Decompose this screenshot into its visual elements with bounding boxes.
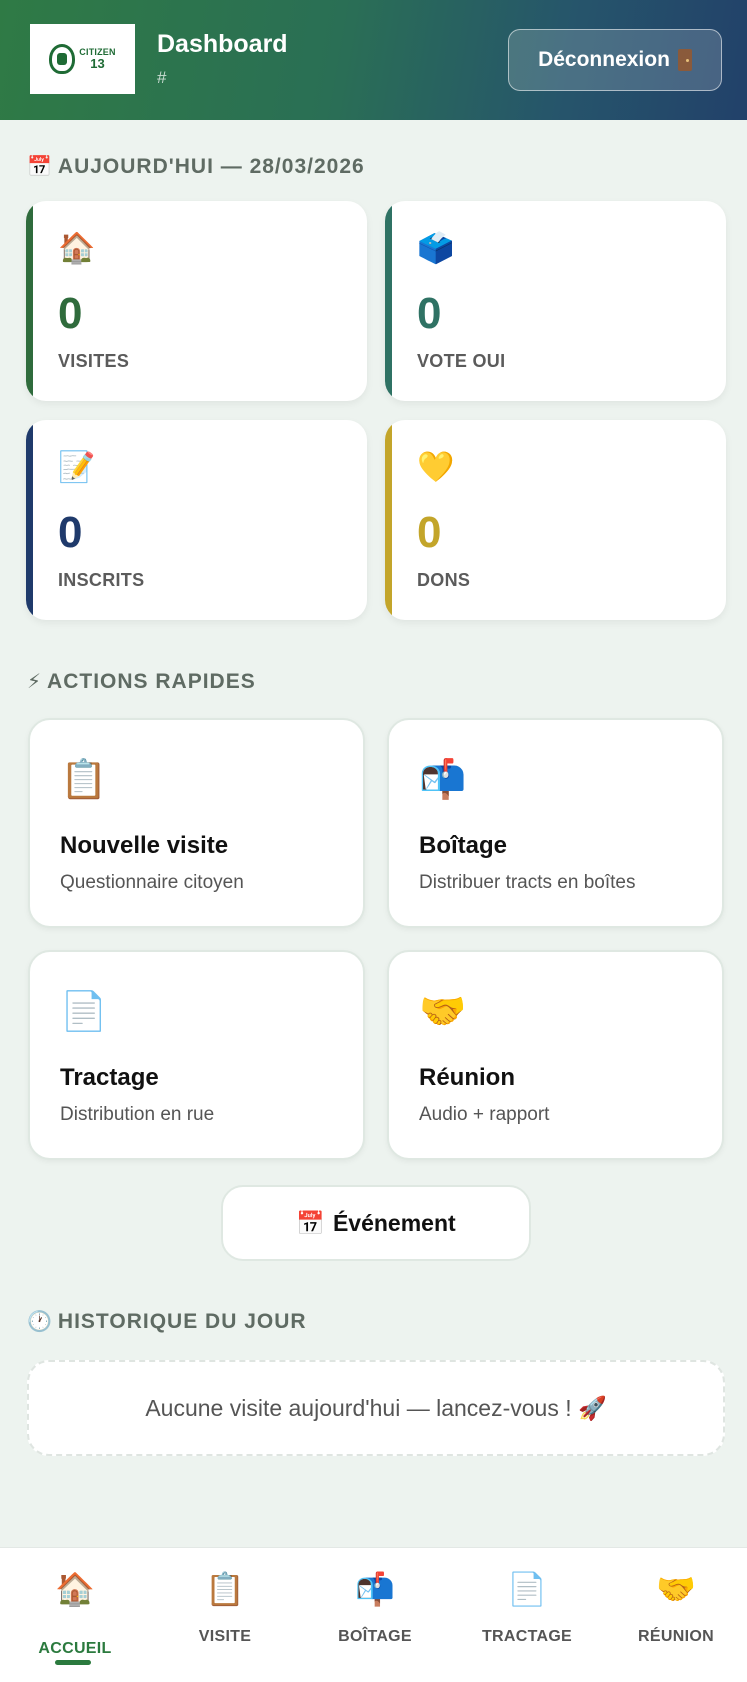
stat-card-visites: 🏠 0 VISITES [26,201,367,401]
stat-label-visites: VISITES [58,351,130,371]
action-title: Boîtage [419,832,508,859]
nav-item-tractage[interactable]: 📄 TRACTAGE [452,1548,602,1682]
stat-card-inscrits: 📝 0 INSCRITS [26,420,367,620]
app-header: CITIZEN 13 Dashboard # Déconnexion [0,0,747,120]
stat-value-inscrits: 0 [58,508,83,557]
action-title: Réunion [419,1064,515,1091]
lightning-icon: ⚡ [27,671,42,693]
nav-label: ACCUEIL [38,1640,112,1657]
stat-label-dons: DONS [417,570,471,590]
logo-emblem-icon [49,44,76,74]
stat-value-vote-oui: 0 [417,289,442,338]
quick-actions-text: ACTIONS RAPIDES [47,669,256,693]
stat-label-vote-oui: VOTE OUI [417,351,506,371]
nav-label: TRACTAGE [481,1628,573,1645]
calendar-icon: 📅 [296,1209,325,1236]
action-tractage[interactable]: 📄 Tractage Distribution en rue [28,950,365,1160]
history-empty-state: Aucune visite aujourd'hui — lancez-vous … [27,1360,725,1456]
action-subtitle: Distribuer tracts en boîtes [419,872,636,893]
event-button[interactable]: 📅 Événement [221,1185,531,1261]
action-subtitle: Questionnaire citoyen [60,872,244,893]
history-section-title: 🕐 HISTORIQUE DU JOUR [27,1309,307,1334]
bottom-nav: 🏠 ACCUEIL 📋 VISITE 📬 BOÎTAGE 📄 TRACTAGE … [0,1547,747,1682]
action-boitage[interactable]: 📬 Boîtage Distribuer tracts en boîtes [387,718,724,928]
mailbox-icon: 📬 [419,759,467,801]
logout-label: Déconnexion [538,48,670,71]
mailbox-icon: 📬 [355,1571,395,1607]
logo-text-line2: 13 [90,56,105,71]
clipboard-icon: 📋 [205,1571,245,1607]
stat-card-vote-oui: 🗳️ 0 VOTE OUI [385,201,726,401]
action-subtitle: Audio + rapport [419,1104,550,1125]
house-icon: 🏠 [58,232,96,265]
house-icon: 🏠 [55,1571,95,1607]
handshake-icon: 🤝 [656,1571,696,1607]
stat-label-inscrits: INSCRITS [58,570,145,590]
today-title-text: AUJOURD'HUI — 28/03/2026 [57,154,365,178]
door-icon [677,49,692,71]
nav-label: BOÎTAGE [338,1628,412,1645]
quick-actions-title: ⚡ ACTIONS RAPIDES [27,669,256,694]
today-section-title: 📅 AUJOURD'HUI — 28/03/2026 [27,154,365,179]
nav-label: VISITE [198,1628,252,1645]
citizen13-logo: CITIZEN 13 [30,24,135,94]
yellow-heart-icon: 💛 [417,451,455,484]
nav-label: RÉUNION [638,1628,714,1645]
nav-item-reunion[interactable]: 🤝 RÉUNION [605,1548,747,1682]
action-nouvelle-visite[interactable]: 📋 Nouvelle visite Questionnaire citoyen [28,718,365,928]
ballot-box-icon: 🗳️ [417,232,455,265]
event-button-label: Événement [332,1209,456,1236]
page-icon: 📄 [60,991,108,1033]
stat-value-dons: 0 [417,508,442,557]
history-empty-text: Aucune visite aujourd'hui — lancez-vous … [145,1394,607,1421]
page-icon: 📄 [507,1571,547,1607]
stat-card-dons: 💛 0 DONS [385,420,726,620]
handshake-icon: 🤝 [419,991,467,1033]
history-title-text: HISTORIQUE DU JOUR [57,1309,307,1333]
action-title: Nouvelle visite [60,832,229,859]
logout-button[interactable]: Déconnexion [508,29,722,91]
page-title: Dashboard [157,30,288,58]
action-subtitle: Distribution en rue [60,1104,215,1125]
page-subtitle: # [157,68,167,87]
memo-icon: 📝 [58,451,96,484]
nav-item-accueil[interactable]: 🏠 ACCUEIL [0,1548,150,1682]
stat-value-visites: 0 [58,289,83,338]
nav-item-visite[interactable]: 📋 VISITE [150,1548,300,1682]
clock-icon: 🕐 [27,1311,52,1333]
calendar-icon: 📅 [27,156,52,178]
clipboard-icon: 📋 [60,759,108,801]
active-indicator [55,1660,91,1665]
action-title: Tractage [60,1064,159,1091]
action-reunion[interactable]: 🤝 Réunion Audio + rapport [387,950,724,1160]
nav-item-boitage[interactable]: 📬 BOÎTAGE [300,1548,450,1682]
